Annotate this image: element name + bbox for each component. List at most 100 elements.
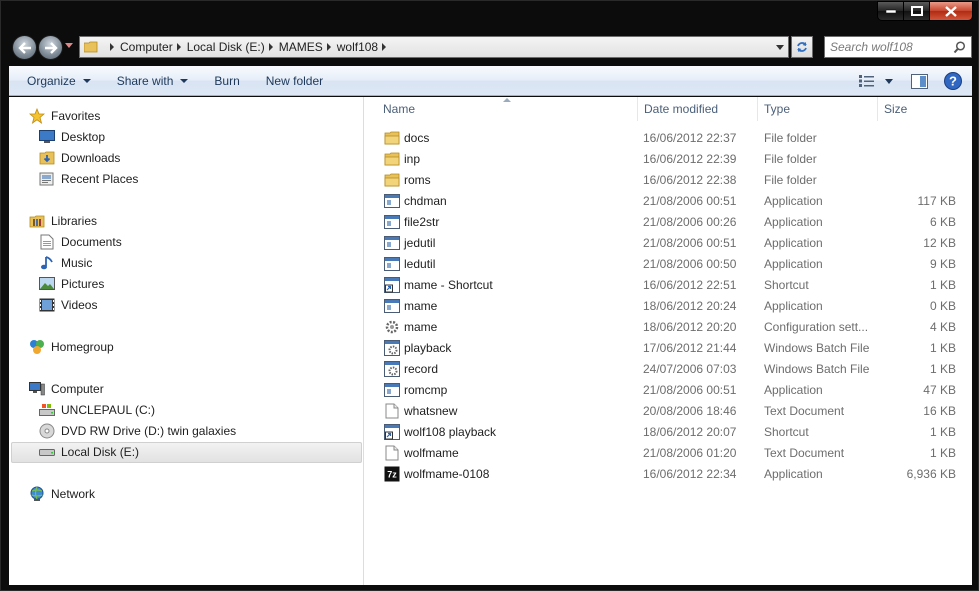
- chevron-down-icon: [885, 78, 893, 84]
- file-size: 1 KB: [929, 362, 956, 376]
- nav-pictures[interactable]: Pictures: [39, 274, 104, 294]
- file-type: File folder: [764, 173, 817, 187]
- new-folder-label: New folder: [265, 73, 324, 88]
- search-input[interactable]: [830, 40, 945, 54]
- nav-favorites[interactable]: Favorites: [29, 106, 100, 126]
- nav-drive-e[interactable]: Local Disk (E:): [39, 442, 139, 462]
- file-row[interactable]: romcmp 21/08/2006 00:51 Application 47 KB: [373, 380, 958, 401]
- organize-button[interactable]: Organize: [17, 66, 101, 96]
- address-bar[interactable]: Computer Local Disk (E:) MAMES wolf108: [79, 36, 789, 58]
- file-row[interactable]: whatsnew 20/08/2006 18:46 Text Document 16 …: [373, 401, 958, 422]
- file-row[interactable]: record 24/07/2006 07:03 Windows Batch File…: [373, 359, 958, 380]
- breadcrumb-separator[interactable]: [382, 43, 387, 51]
- file-name: record: [404, 362, 439, 376]
- file-icon: [384, 340, 400, 356]
- maximize-button[interactable]: [904, 1, 930, 21]
- column-headers: Name Date modified Type Size: [365, 97, 972, 121]
- file-type: Shortcut: [764, 278, 809, 292]
- nav-desktop[interactable]: Desktop: [39, 127, 105, 147]
- breadcrumb-local-disk[interactable]: Local Disk (E:): [187, 40, 265, 54]
- nav-music[interactable]: Music: [39, 253, 92, 273]
- close-button[interactable]: [930, 1, 973, 21]
- forward-button[interactable]: [38, 35, 63, 60]
- nav-documents[interactable]: Documents: [39, 232, 122, 252]
- breadcrumb-separator[interactable]: [110, 43, 114, 51]
- file-row[interactable]: wolfmame 21/08/2006 01:20 Text Document 1 K…: [373, 443, 958, 464]
- application-icon: [384, 236, 400, 250]
- nav-network[interactable]: Network: [29, 484, 95, 504]
- file-name: mame: [404, 320, 438, 334]
- file-row[interactable]: chdman 21/08/2006 00:51 Application 117 KB: [373, 191, 958, 212]
- computer-icon: [29, 382, 45, 396]
- breadcrumb-separator[interactable]: [326, 43, 331, 51]
- documents-icon: [40, 234, 54, 250]
- file-row[interactable]: mame 18/06/2012 20:20 Configuration sett..…: [373, 317, 958, 338]
- file-row[interactable]: docs 16/06/2012 22:37 File folder: [373, 128, 958, 149]
- file-date: 21/08/2006 00:26: [643, 215, 737, 229]
- refresh-button[interactable]: [791, 36, 813, 58]
- file-icon: [384, 319, 400, 335]
- minimize-button[interactable]: [877, 1, 904, 21]
- breadcrumb-computer[interactable]: Computer: [120, 40, 173, 54]
- file-size: 1 KB: [929, 341, 956, 355]
- file-row[interactable]: jedutil 21/08/2006 00:51 Application 12 KB: [373, 233, 958, 254]
- application-icon: [384, 383, 400, 397]
- file-row[interactable]: ledutil 21/08/2006 00:50 Application 9 KB: [373, 254, 958, 275]
- nav-downloads[interactable]: Downloads: [39, 148, 120, 168]
- file-name: roms: [404, 173, 431, 187]
- file-date: 21/08/2006 00:51: [643, 383, 737, 397]
- view-options-dropdown[interactable]: [885, 70, 893, 92]
- svg-text:7z: 7z: [387, 470, 397, 480]
- content-area: Favorites Desktop Downloads Recent Place…: [9, 97, 972, 585]
- file-date: 20/08/2006 18:46: [643, 404, 737, 418]
- file-row[interactable]: wolf108 playback 18/06/2012 20:07 Shortcut…: [373, 422, 958, 443]
- share-with-label: Share with: [116, 73, 174, 88]
- nav-videos[interactable]: Videos: [39, 295, 97, 315]
- file-icon: 7z: [384, 466, 400, 482]
- column-header-type[interactable]: Type: [758, 97, 878, 121]
- recent-pages-dropdown[interactable]: [65, 43, 73, 48]
- hard-drive-icon: [39, 449, 55, 456]
- dvd-disc-icon: [39, 423, 55, 439]
- file-name: mame: [404, 299, 438, 313]
- file-date: 16/06/2012 22:38: [643, 173, 737, 187]
- file-icon: [384, 361, 400, 377]
- nav-drive-c[interactable]: UNCLEPAUL (C:): [39, 400, 155, 420]
- breadcrumb-separator[interactable]: [268, 43, 273, 51]
- file-row[interactable]: 7z wolfmame-0108 16/06/2012 22:34 Applicati…: [373, 464, 958, 485]
- nav-computer[interactable]: Computer: [29, 379, 104, 399]
- breadcrumb-wolf108[interactable]: wolf108: [337, 40, 378, 54]
- share-with-button[interactable]: Share with: [107, 66, 199, 96]
- file-icon: [384, 256, 400, 272]
- batch-gear-icon: [384, 361, 400, 377]
- nav-drive-d[interactable]: DVD RW Drive (D:) twin galaxies: [39, 421, 236, 441]
- file-row[interactable]: mame - Shortcut 16/06/2012 22:51 Shortcut 1…: [373, 275, 958, 296]
- address-history-dropdown[interactable]: [776, 45, 784, 50]
- file-row[interactable]: playback 17/06/2012 21:44 Windows Batch Fi…: [373, 338, 958, 359]
- nav-recent-places[interactable]: Recent Places: [39, 169, 138, 189]
- file-row[interactable]: file2str 21/08/2006 00:26 Application 6 KB: [373, 212, 958, 233]
- file-type: Application: [764, 194, 823, 208]
- help-button[interactable]: ?: [944, 70, 962, 92]
- file-type: Application: [764, 467, 823, 481]
- file-row[interactable]: roms 16/06/2012 22:38 File folder: [373, 170, 958, 191]
- preview-pane-button[interactable]: [911, 70, 928, 92]
- file-row[interactable]: inp 16/06/2012 22:39 File folder: [373, 149, 958, 170]
- file-icon: [384, 277, 400, 293]
- column-header-size[interactable]: Size: [878, 97, 958, 121]
- breadcrumb-mames[interactable]: MAMES: [279, 40, 323, 54]
- file-icon: [384, 424, 400, 440]
- new-folder-button[interactable]: New folder: [256, 66, 333, 96]
- nav-homegroup[interactable]: Homegroup: [29, 337, 114, 357]
- nav-libraries[interactable]: Libraries: [29, 211, 97, 231]
- search-icon[interactable]: [953, 41, 966, 54]
- nav-videos-label: Videos: [61, 298, 98, 312]
- application-icon: [384, 194, 400, 208]
- file-row[interactable]: mame 18/06/2012 20:24 Application 0 KB: [373, 296, 958, 317]
- file-type: Windows Batch File: [764, 362, 870, 376]
- back-button[interactable]: [12, 35, 37, 60]
- change-view-button[interactable]: [859, 70, 875, 92]
- breadcrumb-separator[interactable]: [176, 43, 181, 51]
- column-header-date[interactable]: Date modified: [638, 97, 758, 121]
- burn-button[interactable]: Burn: [204, 66, 249, 96]
